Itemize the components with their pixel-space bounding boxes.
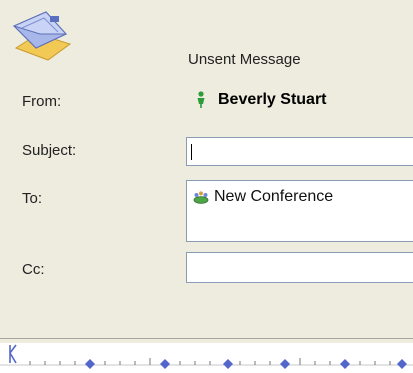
message-status: Unsent Message bbox=[188, 51, 301, 68]
conference-icon bbox=[193, 191, 209, 204]
recipient-chip[interactable]: New Conference bbox=[193, 188, 333, 206]
from-name: Beverly Stuart bbox=[218, 91, 327, 108]
text-caret bbox=[191, 144, 192, 160]
divider bbox=[0, 338, 413, 339]
person-icon bbox=[197, 91, 205, 108]
to-label: To: bbox=[22, 190, 43, 207]
subject-label: Subject: bbox=[22, 142, 77, 159]
from-value[interactable]: Beverly Stuart bbox=[196, 91, 327, 109]
from-label: From: bbox=[22, 93, 62, 110]
cc-label: Cc: bbox=[22, 261, 45, 278]
to-field[interactable]: New Conference bbox=[186, 180, 413, 242]
cc-field[interactable] bbox=[186, 252, 413, 283]
recipient-name: New Conference bbox=[214, 188, 334, 205]
subject-field[interactable] bbox=[186, 137, 413, 166]
envelope-icon bbox=[10, 8, 74, 66]
ruler-icon[interactable] bbox=[0, 343, 413, 373]
